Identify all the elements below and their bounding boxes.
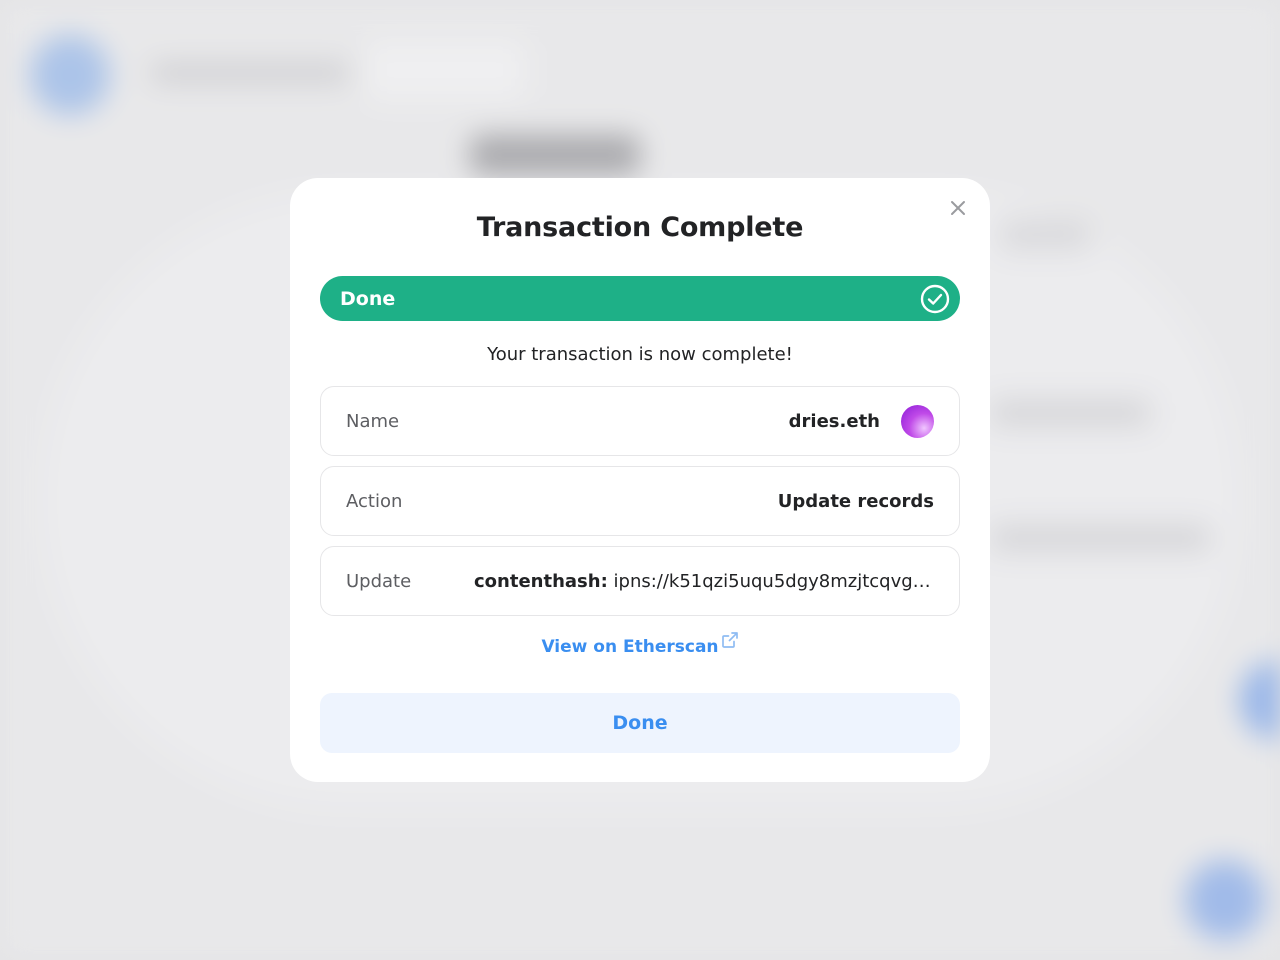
check-circle-icon [920, 284, 950, 314]
modal-title: Transaction Complete [476, 212, 804, 243]
update-text: ipns://k51qzi5uqu5dgy8mzjtcqvgr3… [613, 570, 934, 592]
close-icon [950, 200, 966, 216]
detail-row-name: Name dries.eth [320, 386, 960, 456]
etherscan-link-label: View on Etherscan [541, 637, 719, 657]
avatar [901, 404, 934, 438]
close-button[interactable] [944, 194, 972, 222]
detail-value: dries.eth [788, 404, 934, 438]
detail-row-action: Action Update records [320, 466, 960, 536]
detail-label: Action [346, 490, 403, 512]
status-label: Done [340, 287, 396, 310]
done-button[interactable]: Done [320, 693, 960, 753]
status-bar: Done [320, 276, 960, 321]
ens-name: dries.eth [788, 410, 880, 432]
status-message: Your transaction is now complete! [487, 344, 793, 365]
detail-value: contenthash: ipns://k51qzi5uqu5dgy8mzjtc… [474, 571, 934, 592]
view-on-etherscan-link[interactable]: View on Etherscan [541, 632, 738, 657]
external-link-icon [721, 631, 739, 649]
transaction-details: Name dries.eth Action Update records Upd… [320, 386, 960, 616]
detail-value: Update records [777, 490, 934, 512]
detail-label: Update [346, 570, 412, 592]
detail-row-update: Update contenthash: ipns://k51qzi5uqu5dg… [320, 546, 960, 616]
detail-label: Name [346, 410, 400, 432]
transaction-complete-modal: Transaction Complete Done Your transacti… [290, 178, 990, 782]
update-key: contenthash: [474, 570, 608, 592]
